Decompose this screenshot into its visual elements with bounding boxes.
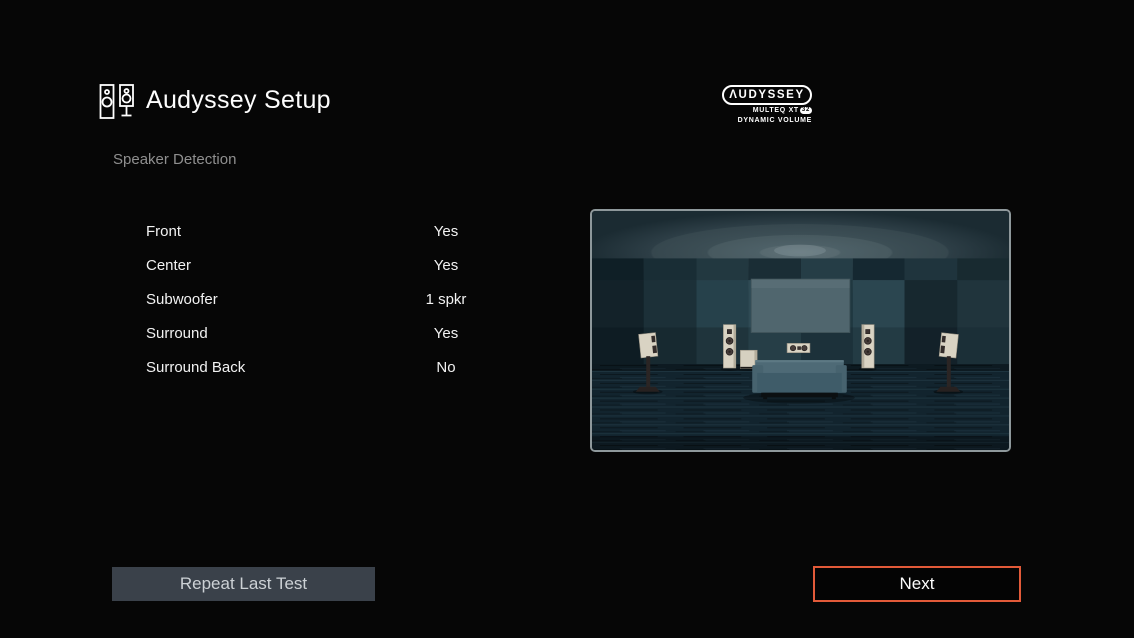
row-label: Front	[146, 223, 386, 240]
detection-row-front: Front Yes	[146, 214, 506, 248]
detection-row-surround-back: Surround Back No	[146, 350, 506, 384]
next-button[interactable]: Next	[813, 566, 1021, 602]
front-right-speaker	[862, 325, 874, 368]
row-label: Subwoofer	[146, 291, 386, 308]
page-subtitle: Speaker Detection	[113, 151, 236, 168]
row-label: Center	[146, 257, 386, 274]
row-value: Yes	[386, 325, 506, 342]
front-left-speaker	[723, 325, 735, 368]
sofa	[752, 360, 847, 399]
audyssey-brand-badge: ΛUDYSSEY	[722, 85, 812, 105]
row-label: Surround Back	[146, 359, 386, 376]
multeq-label: MULTEQ XT	[753, 107, 799, 114]
detection-row-center: Center Yes	[146, 248, 506, 282]
audyssey-multeq-line: MULTEQ XT32	[722, 107, 812, 115]
row-value: No	[386, 359, 506, 376]
repeat-last-test-button[interactable]: Repeat Last Test	[112, 567, 375, 601]
row-label: Surround	[146, 325, 386, 342]
row-value: Yes	[386, 257, 506, 274]
speaker-detection-list: Front Yes Center Yes Subwoofer 1 spkr Su…	[146, 214, 506, 384]
detection-row-surround: Surround Yes	[146, 316, 506, 350]
speaker-layout-illustration	[590, 209, 1011, 452]
dynamic-volume-label: DYNAMIC VOLUME	[722, 117, 812, 125]
audyssey-logo: ΛUDYSSEY MULTEQ XT32 DYNAMIC VOLUME	[722, 85, 812, 125]
room-scene	[592, 211, 1009, 450]
row-value: 1 spkr	[386, 291, 506, 308]
center-speaker	[787, 343, 810, 352]
audyssey-setup-screen: Audyssey Setup Speaker Detection ΛUDYSSE…	[0, 0, 1134, 638]
speaker-pair-icon	[97, 82, 137, 122]
multeq-xt32-badge: 32	[800, 107, 812, 114]
page-title: Audyssey Setup	[146, 86, 331, 115]
detection-row-subwoofer: Subwoofer 1 spkr	[146, 282, 506, 316]
row-value: Yes	[386, 223, 506, 240]
